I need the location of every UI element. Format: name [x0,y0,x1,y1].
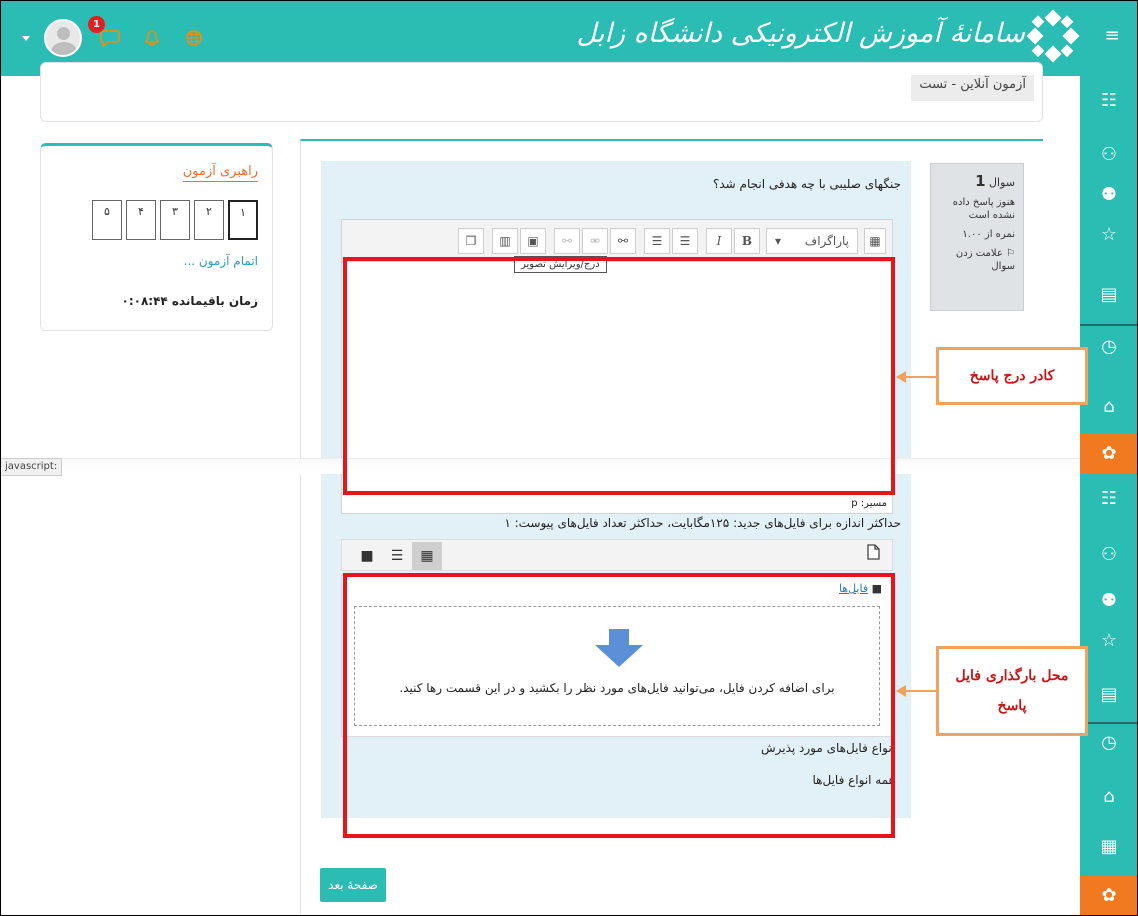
chat-icon[interactable]: 1 [88,16,124,52]
callout-arrow-head [896,685,906,697]
question-state: هنوز پاسخ داده نشده است [952,197,1015,221]
callout-upload-box: محل بارگذاری فایل پاسخ [936,646,1088,736]
book-icon[interactable]: ▤ [1094,280,1124,310]
question-info-panel: سوال 1 هنوز پاسخ داده نشده است نمره از ۱… [930,163,1024,311]
list-view-icon[interactable]: ☰ [382,542,412,570]
avatar[interactable] [44,19,82,57]
calendar-badge-icon: ✿ [1101,885,1117,906]
file-manager-area: ■ فایل‌ها برای اضافه کردن فایل، می‌توانی… [341,575,893,737]
accepted-types-value: همه انواع فایل‌ها [812,773,896,787]
calendar-icon[interactable]: ▦ [1094,832,1124,862]
question-content: جنگهای صلیبی با چه هدفی انجام شد؟ ▦ پارا… [321,161,911,818]
dashboard-icon[interactable]: ◷ [1094,332,1124,362]
site-brand[interactable]: سامانۀ آموزش الکترونیکی دانشگاه زابل [577,6,1085,68]
status-bar-tip: javascript: [0,458,63,476]
folder-icon: ■ [871,582,882,595]
folder-view-icon[interactable]: ■ [352,542,382,570]
group-icon[interactable]: ⚉ [1094,180,1124,210]
link-icon[interactable]: ⚯ [610,228,636,254]
insert-media-icon[interactable]: ▥ [492,228,518,254]
bell-icon[interactable] [138,24,166,52]
callout-arrow [905,376,937,378]
next-page-button[interactable]: صفحهٔ بعد [320,868,386,902]
menu-icon[interactable]: ≡ [1098,24,1126,48]
notification-badge: 1 [88,16,105,33]
question-button-5[interactable]: ۵ [92,200,122,240]
question-button-1[interactable]: ۱ [228,200,258,240]
brand-title: سامانۀ آموزش الکترونیکی دانشگاه زابل [576,18,1025,49]
time-remaining: زمان باقیمانده ۰:۰۸:۴۴ [121,294,259,308]
breadcrumb[interactable]: آزمون آنلاین - تست [911,75,1034,101]
file-dropzone[interactable]: برای اضافه کردن فایل، می‌توانید فایل‌های… [354,606,880,726]
callout-arrow [905,690,937,692]
callout-answer-box: کادر درج پاسخ [936,347,1088,405]
quiz-navigation-block: راهبری آزمون ۱ ۲ ۳ ۴ ۵ اتمام آزمون ... ز… [40,143,273,331]
bullet-list-icon[interactable]: ☰ [672,228,698,254]
quiz-nav-title: راهبری آزمون [182,164,258,182]
list-icon[interactable]: ☷ [1094,86,1124,116]
users-icon[interactable]: ⚇ [1094,140,1124,170]
question-mark: نمره از ۱.۰۰ [962,229,1015,240]
bold-button[interactable]: B [734,228,760,254]
files-folder-link[interactable]: فایل‌ها [839,582,868,595]
question-buttons: ۱ ۲ ۳ ۴ ۵ [92,200,258,240]
page-header-card: آزمون آنلاین - تست [40,62,1043,122]
star-icon[interactable]: ☆ [1094,626,1124,656]
user-menu-group: 1 [22,16,208,58]
question-button-3[interactable]: ۳ [160,200,190,240]
home-icon[interactable]: ⌂ [1094,392,1124,422]
group-icon[interactable]: ⚉ [1094,586,1124,616]
file-manager-toolbar: ■ ☰ ▦ [341,539,893,571]
max-size-info: حداکثر اندازه برای فایل‌های جدید: ۱۲۵مگا… [504,516,901,530]
question-button-2[interactable]: ۲ [194,200,224,240]
link-disabled-icon[interactable]: ⚯ [554,228,580,254]
view-switcher: ■ ☰ ▦ [352,542,442,570]
unlink-icon[interactable]: ⚮ [582,228,608,254]
flag-icon: ⚐ [1006,248,1015,259]
calendar-badge-icon: ✿ [1101,443,1117,464]
italic-button[interactable]: I [706,228,732,254]
chevron-down-icon[interactable] [22,35,30,41]
grid-view-icon[interactable]: ▦ [412,542,442,570]
rail-active-item[interactable]: ✿ [1080,434,1138,474]
list-icon[interactable]: ☷ [1094,484,1124,514]
users-icon[interactable]: ⚇ [1094,540,1124,570]
finish-attempt-link[interactable]: اتمام آزمون ... [184,254,258,268]
insert-image-icon[interactable]: ▣ [520,228,546,254]
callout-arrow-head [896,371,906,383]
rail-active-item[interactable]: ✿ [1080,876,1138,916]
brand-logo-icon [1026,9,1080,63]
paragraph-select[interactable]: پاراگراف ▾ [766,228,858,254]
star-icon[interactable]: ☆ [1094,220,1124,250]
question-button-4[interactable]: ۴ [126,200,156,240]
dashboard-icon[interactable]: ◷ [1094,728,1124,758]
dropzone-text: برای اضافه کردن فایل، می‌توانید فایل‌های… [399,681,835,695]
globe-icon[interactable] [180,24,208,52]
editor-toolbar: ▦ پاراگراف ▾ B I ☰ ☰ ⚯ ⚮ ⚯ ▣ ▥ ❐ درج/ویرا… [342,220,892,273]
right-sidebar: ☷ ⚇ ⚉ ☆ ▤ ◷ ⌂ ✿ ☷ ⚇ ⚉ ☆ ▤ ◷ ⌂ ▦ ✿ [1080,76,1138,916]
tooltip-insert-image: درج/ویرایش تصویر [514,256,607,273]
accepted-types-label: انواع فایل‌های مورد پذیرش [760,741,895,755]
file-manager-path: ■ فایل‌ها [839,582,882,595]
flag-question[interactable]: ⚐ علامت زدن سوال [939,247,1015,273]
answer-textarea[interactable] [342,262,892,513]
question-text: جنگهای صلیبی با چه هدفی انجام شد؟ [713,177,901,191]
book-icon[interactable]: ▤ [1094,680,1124,710]
toolbar-toggle-icon[interactable]: ▦ [864,228,886,254]
manage-files-icon[interactable]: ❐ [458,228,484,254]
download-arrow-icon [595,629,643,667]
home-icon[interactable]: ⌂ [1094,782,1124,812]
question-number: سوال 1 [975,172,1015,190]
numbered-list-icon[interactable]: ☰ [644,228,670,254]
screenshot-seam [0,458,1080,474]
add-file-icon[interactable] [862,544,884,566]
editor-path: مسیر: p [851,498,887,509]
